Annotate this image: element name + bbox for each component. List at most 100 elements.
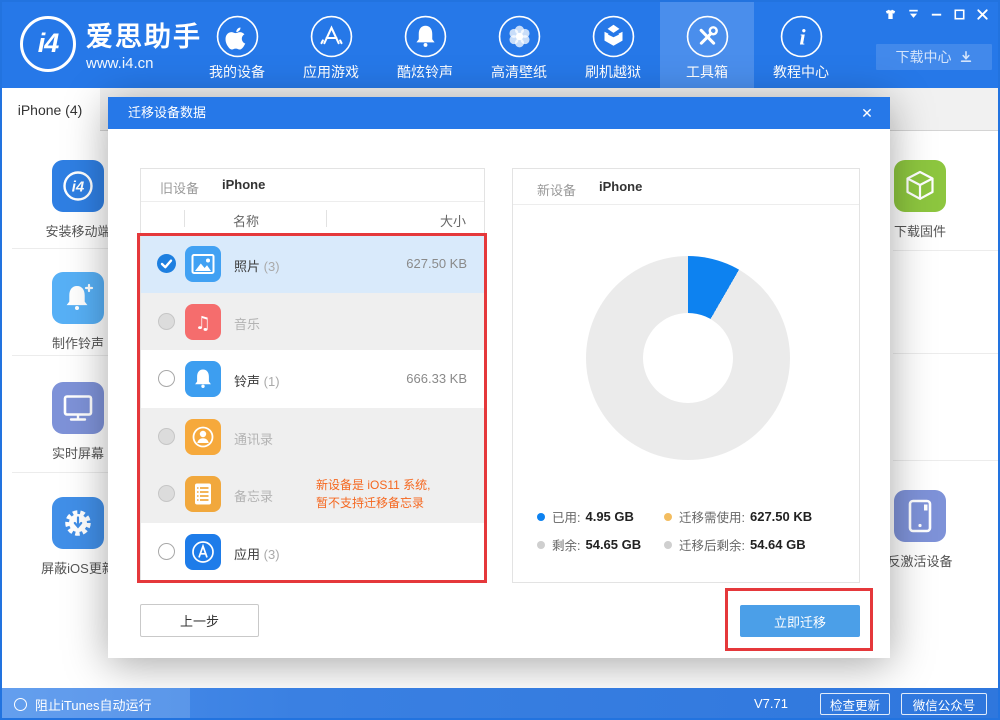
- maximize-icon: [952, 7, 967, 22]
- main-menu-button[interactable]: [905, 6, 921, 22]
- menu-arrow-icon: [906, 7, 921, 22]
- legend-dot-free: [537, 541, 545, 549]
- legend-row: 已用: 4.95 GB 迁移需使用: 627.50 KB: [513, 507, 859, 527]
- nav-label: 我的设备: [209, 62, 265, 82]
- nav-item-app-games[interactable]: 应用游戏: [284, 0, 378, 88]
- old-device-header: 旧设备 iPhone: [141, 169, 484, 202]
- nav-item-flash-jailbreak[interactable]: 刷机越狱: [566, 0, 660, 88]
- item-name: 铃声 (1): [234, 371, 280, 390]
- tab-iphone[interactable]: iPhone (4): [0, 88, 100, 131]
- legend-free: 剩余: 54.65 GB: [537, 535, 641, 554]
- nav-item-toolbox[interactable]: 工具箱: [660, 0, 754, 88]
- new-device-panel: 新设备 iPhone 已用: 4.95 GB 迁移需使用: 627.50 KB: [512, 168, 860, 583]
- skin-theme-button[interactable]: [882, 6, 898, 22]
- ringtone-bell-icon: [185, 361, 221, 397]
- close-icon: [975, 7, 990, 22]
- minimize-icon: [929, 7, 944, 22]
- main-nav: 我的设备 应用游戏: [190, 0, 848, 88]
- dialog-close-icon[interactable]: ✕: [854, 97, 880, 129]
- radio-circle-icon: [14, 698, 27, 711]
- storage-donut-chart: [586, 256, 790, 460]
- legend-dot-used: [537, 513, 545, 521]
- item-size: 666.33 KB: [406, 371, 467, 386]
- download-icon: [959, 50, 973, 64]
- i4-app-icon: i4: [52, 160, 104, 212]
- migrate-data-dialog: 迁移设备数据 ✕ 旧设备 iPhone 名称 大小: [108, 97, 890, 658]
- nav-label: 刷机越狱: [585, 62, 641, 82]
- deactivate-device-icon: [894, 490, 946, 542]
- legend-dot-migrate-need: [664, 513, 672, 521]
- column-header-name: 名称: [233, 211, 259, 230]
- grid-divider: [893, 460, 1000, 461]
- item-name: 照片 (3): [234, 256, 280, 275]
- legend-used: 已用: 4.95 GB: [537, 507, 634, 526]
- grid-divider: [893, 250, 1000, 251]
- app-logo: i4 爱思助手 www.i4.cn: [20, 15, 202, 72]
- notes-icon: [185, 476, 221, 512]
- jailbreak-box-icon: [591, 14, 636, 59]
- check-icon: [157, 254, 176, 273]
- window-controls: [882, 6, 990, 22]
- list-item-ringtones[interactable]: 铃声 (1) 666.33 KB: [141, 350, 484, 408]
- music-icon: ♫: [185, 304, 221, 340]
- contacts-icon: [185, 419, 221, 455]
- photos-icon: [185, 246, 221, 282]
- previous-step-button[interactable]: 上一步: [140, 604, 259, 637]
- block-itunes-toggle[interactable]: 阻止iTunes自动运行: [0, 688, 190, 720]
- item-name: 应用 (3): [234, 544, 280, 563]
- nav-label: 工具箱: [686, 62, 728, 82]
- live-screen-icon: [52, 382, 104, 434]
- column-header-size: 大小: [440, 211, 466, 230]
- close-window-button[interactable]: [974, 6, 990, 22]
- item-name: 通讯录: [234, 429, 273, 448]
- nav-label: 酷炫铃声: [397, 62, 453, 82]
- nav-item-cool-ringtones[interactable]: 酷炫铃声: [378, 0, 472, 88]
- ringtones-checkbox[interactable]: [158, 370, 175, 387]
- list-item-photos[interactable]: 照片 (3) 627.50 KB: [141, 235, 484, 293]
- app-window: i4 爱思助手 www.i4.cn 我的设备: [0, 0, 1000, 720]
- column-divider: [326, 210, 327, 227]
- photos-checkbox[interactable]: [157, 254, 176, 273]
- block-ios-update-icon: [52, 497, 104, 549]
- legend-row: 剩余: 54.65 GB 迁移后剩余: 54.64 GB: [513, 535, 859, 555]
- ringtone-maker-icon: [52, 272, 104, 324]
- nav-item-my-devices[interactable]: 我的设备: [190, 0, 284, 88]
- data-type-list: 照片 (3) 627.50 KB ♫ 音乐: [141, 235, 484, 580]
- svg-text:i: i: [799, 25, 806, 50]
- nav-label: 高清壁纸: [491, 62, 547, 82]
- migrate-now-button[interactable]: 立即迁移: [740, 605, 860, 637]
- bell-icon: [403, 14, 448, 59]
- wallpaper-icon: [497, 14, 542, 59]
- info-icon: i: [779, 14, 824, 59]
- tool-label: 反激活设备: [887, 551, 952, 570]
- brand-name: 爱思助手: [86, 15, 202, 54]
- item-name: 备忘录: [234, 486, 273, 505]
- nav-item-hd-wallpapers[interactable]: 高清壁纸: [472, 0, 566, 88]
- new-device-header: 新设备 iPhone: [513, 169, 859, 205]
- contacts-checkbox: [158, 428, 175, 445]
- svg-text:♫: ♫: [195, 313, 211, 334]
- item-size: 627.50 KB: [406, 256, 467, 271]
- toolbox-icon: [685, 14, 730, 59]
- nav-item-tutorials[interactable]: i 教程中心: [754, 0, 848, 88]
- list-item-music: ♫ 音乐: [141, 293, 484, 351]
- status-bar: 阻止iTunes自动运行 V7.71 检查更新 微信公众号: [0, 688, 1000, 720]
- apps-checkbox[interactable]: [158, 543, 175, 560]
- svg-text:i4: i4: [72, 179, 85, 196]
- download-center-button[interactable]: 下载中心: [876, 44, 992, 70]
- block-itunes-label: 阻止iTunes自动运行: [35, 695, 152, 714]
- legend-migrate-need: 迁移需使用: 627.50 KB: [664, 507, 812, 526]
- tool-label: 安装移动端: [45, 221, 110, 240]
- new-device-name: iPhone: [599, 179, 642, 194]
- old-device-name: iPhone: [222, 177, 265, 192]
- column-divider: [184, 210, 185, 227]
- maximize-button[interactable]: [951, 6, 967, 22]
- dialog-title: 迁移设备数据: [128, 97, 206, 129]
- tool-label: 实时屏幕: [52, 443, 104, 462]
- download-center-label: 下载中心: [896, 47, 952, 67]
- wechat-official-button[interactable]: 微信公众号: [901, 693, 987, 715]
- minimize-button[interactable]: [928, 6, 944, 22]
- check-update-button[interactable]: 检查更新: [820, 693, 890, 715]
- list-item-apps[interactable]: 应用 (3): [141, 523, 484, 581]
- tshirt-icon: [883, 7, 898, 22]
